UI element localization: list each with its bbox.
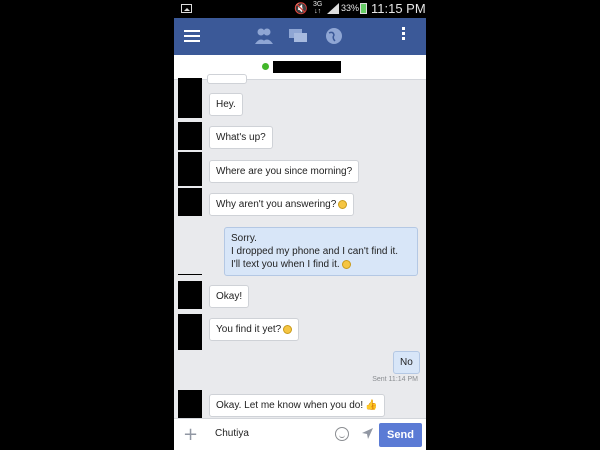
message-incoming: Okay. Let me know when you do! 👍 xyxy=(209,394,385,417)
avatar[interactable] xyxy=(178,122,202,150)
online-status-dot xyxy=(262,63,269,70)
send-button[interactable]: Send xyxy=(379,423,422,447)
avatar[interactable] xyxy=(178,281,202,309)
overflow-menu-icon[interactable] xyxy=(402,27,406,42)
message-incoming: Okay! xyxy=(209,285,250,308)
network-type: 3G ↓↑ xyxy=(313,1,323,15)
smile-emoji-icon xyxy=(341,259,351,269)
messages-icon[interactable] xyxy=(288,27,308,45)
top-nav-bar xyxy=(174,18,426,55)
signal-icon xyxy=(327,3,339,14)
friends-icon[interactable] xyxy=(254,27,274,45)
add-attachment-icon[interactable]: + xyxy=(183,424,198,445)
battery-icon xyxy=(360,3,367,14)
grin-emoji-icon xyxy=(283,324,293,334)
gallery-notification-icon xyxy=(181,4,192,13)
phone-screen: 🔇 3G ↓↑ 33% 11:15 PM Hey. What's up? Whe… xyxy=(174,0,426,450)
message-incoming: What's up? xyxy=(209,126,273,149)
mute-icon: 🔇 xyxy=(294,3,308,15)
globe-icon[interactable] xyxy=(324,27,344,45)
thumbs-up-icon: 👍 xyxy=(365,400,378,411)
message-composer: + Chutiya Send xyxy=(174,418,426,450)
sent-timestamp: Sent 11:14 PM xyxy=(372,376,418,383)
message-incoming: Hey. xyxy=(209,93,243,116)
avatar[interactable] xyxy=(178,78,202,118)
message-outgoing: No xyxy=(393,351,420,374)
status-bar: 🔇 3G ↓↑ 33% 11:15 PM xyxy=(174,0,426,18)
message-input[interactable]: Chutiya xyxy=(215,428,249,439)
clock: 11:15 PM xyxy=(371,1,426,16)
message-outgoing: Sorry. I dropped my phone and I can't fi… xyxy=(224,227,418,276)
message-thread[interactable]: Hey. What's up? Where are you since morn… xyxy=(174,74,426,418)
contact-name-redacted[interactable] xyxy=(273,61,341,73)
avatar[interactable] xyxy=(178,188,202,216)
emoji-picker-icon[interactable] xyxy=(335,427,349,441)
message-incoming: Why aren't you answering? xyxy=(209,193,355,216)
location-arrow-icon[interactable] xyxy=(361,427,374,440)
avatar[interactable] xyxy=(178,152,202,186)
avatar[interactable] xyxy=(178,314,202,350)
battery-percent: 33% xyxy=(341,3,360,13)
previous-message-partial xyxy=(207,74,247,84)
menu-icon[interactable] xyxy=(184,30,200,42)
message-incoming: Where are you since morning? xyxy=(209,160,360,183)
divider xyxy=(178,274,202,275)
sad-emoji-icon xyxy=(338,199,348,209)
message-incoming: You find it yet? xyxy=(209,318,300,341)
avatar[interactable] xyxy=(178,390,202,418)
